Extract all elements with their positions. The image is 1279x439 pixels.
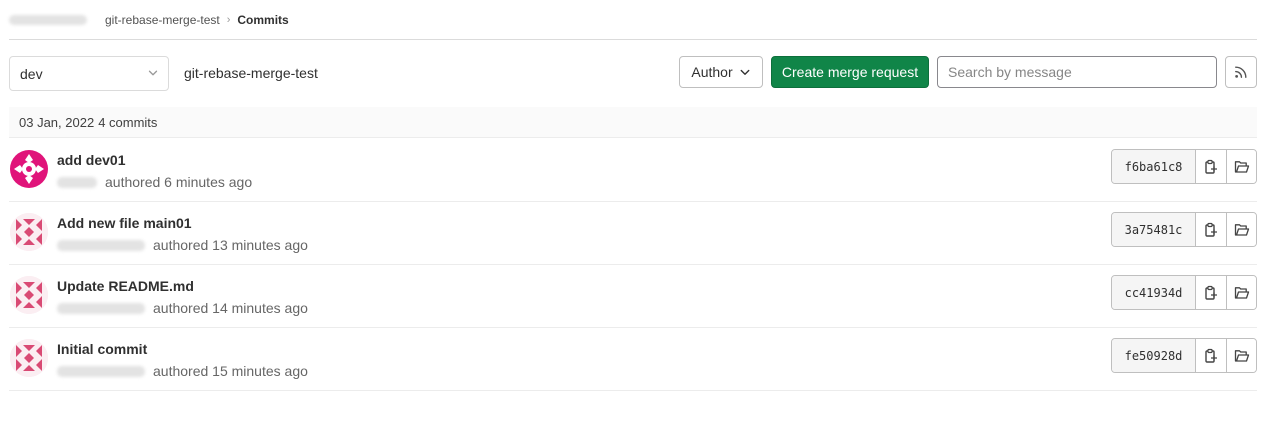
clipboard-icon bbox=[1205, 348, 1217, 363]
commit-day-count: 4 commits bbox=[98, 114, 158, 130]
search-by-message-input[interactable] bbox=[937, 56, 1217, 88]
breadcrumb-project-link[interactable]: git-rebase-merge-test bbox=[105, 13, 220, 27]
author-name-link[interactable] bbox=[57, 302, 145, 314]
commit-meta: authored 14 minutes ago bbox=[57, 300, 308, 316]
branch-name: dev bbox=[20, 65, 43, 82]
commit-sha-button[interactable]: fe50928d bbox=[1112, 339, 1196, 372]
commit-authored-text: authored 14 minutes ago bbox=[153, 300, 308, 316]
copy-sha-button[interactable] bbox=[1196, 213, 1226, 246]
commit-sha-group: 3a75481c bbox=[1111, 212, 1257, 247]
commit-meta: authored 6 minutes ago bbox=[57, 174, 252, 190]
copy-sha-button[interactable] bbox=[1196, 150, 1226, 183]
commit-row: Initial commit authored 15 minutes ago f… bbox=[9, 328, 1257, 391]
commit-day-header: 03 Jan, 2022 4 commits bbox=[9, 107, 1257, 138]
commit-authored-text: authored 15 minutes ago bbox=[153, 363, 308, 379]
commit-day-date: 03 Jan, 2022 bbox=[19, 114, 95, 130]
commit-sha-group: cc41934d bbox=[1111, 275, 1257, 310]
create-merge-request-button[interactable]: Create merge request bbox=[771, 56, 929, 88]
avatar[interactable] bbox=[10, 339, 48, 377]
commit-title-link[interactable]: Update README.md bbox=[57, 278, 194, 294]
breadcrumb-current: Commits bbox=[237, 12, 289, 27]
chevron-down-icon bbox=[148, 70, 158, 76]
browse-files-button[interactable] bbox=[1226, 150, 1256, 183]
commit-sha-button[interactable]: f6ba61c8 bbox=[1112, 150, 1196, 183]
commit-meta: authored 13 minutes ago bbox=[57, 237, 308, 253]
author-label: Author bbox=[691, 64, 733, 80]
folder-open-icon bbox=[1234, 223, 1249, 236]
commit-sha-button[interactable]: cc41934d bbox=[1112, 276, 1196, 309]
clipboard-icon bbox=[1205, 159, 1217, 174]
identicon-icon bbox=[10, 276, 48, 314]
project-path: git-rebase-merge-test bbox=[184, 65, 318, 81]
commit-row: Add new file main01 authored 13 minutes … bbox=[9, 202, 1257, 265]
commit-sha-button[interactable]: 3a75481c bbox=[1112, 213, 1196, 246]
namespace-link[interactable] bbox=[9, 14, 87, 25]
folder-open-icon bbox=[1234, 160, 1249, 173]
author-name-link[interactable] bbox=[57, 365, 145, 377]
clipboard-icon bbox=[1205, 285, 1217, 300]
commit-sha-group: f6ba61c8 bbox=[1111, 149, 1257, 184]
clipboard-icon bbox=[1205, 222, 1217, 237]
commit-title-link[interactable]: add dev01 bbox=[57, 152, 125, 168]
copy-sha-button[interactable] bbox=[1196, 339, 1226, 372]
branch-dropdown[interactable]: dev bbox=[9, 56, 169, 91]
avatar[interactable] bbox=[10, 213, 48, 251]
commit-meta: authored 15 minutes ago bbox=[57, 363, 308, 379]
identicon-icon bbox=[10, 213, 48, 251]
rss-feed-button[interactable] bbox=[1225, 56, 1257, 88]
rss-icon bbox=[1235, 66, 1247, 78]
commit-list: add dev01 authored 6 minutes ago f6ba61c… bbox=[9, 139, 1257, 391]
author-name-link[interactable] bbox=[57, 239, 145, 251]
folder-open-icon bbox=[1234, 286, 1249, 299]
browse-files-button[interactable] bbox=[1226, 276, 1256, 309]
copy-sha-button[interactable] bbox=[1196, 276, 1226, 309]
chevron-down-icon bbox=[740, 69, 750, 75]
commit-title-link[interactable]: Initial commit bbox=[57, 341, 147, 357]
author-name-link[interactable] bbox=[57, 176, 97, 188]
commit-title-link[interactable]: Add new file main01 bbox=[57, 215, 192, 231]
avatar[interactable] bbox=[10, 276, 48, 314]
commit-row: add dev01 authored 6 minutes ago f6ba61c… bbox=[9, 139, 1257, 202]
commits-toolbar: dev git-rebase-merge-test Author Create … bbox=[9, 56, 1257, 91]
commit-authored-text: authored 13 minutes ago bbox=[153, 237, 308, 253]
browse-files-button[interactable] bbox=[1226, 339, 1256, 372]
folder-open-icon bbox=[1234, 349, 1249, 362]
commit-authored-text: authored 6 minutes ago bbox=[105, 174, 253, 190]
commit-row: Update README.md authored 14 minutes ago… bbox=[9, 265, 1257, 328]
identicon-icon bbox=[10, 150, 48, 188]
browse-files-button[interactable] bbox=[1226, 213, 1256, 246]
commit-sha-group: fe50928d bbox=[1111, 338, 1257, 373]
avatar[interactable] bbox=[10, 150, 48, 188]
author-dropdown-button[interactable]: Author bbox=[679, 56, 763, 88]
chevron-right-icon: › bbox=[226, 13, 231, 26]
breadcrumb: git-rebase-merge-test › Commits bbox=[9, 0, 1257, 40]
identicon-icon bbox=[10, 339, 48, 377]
